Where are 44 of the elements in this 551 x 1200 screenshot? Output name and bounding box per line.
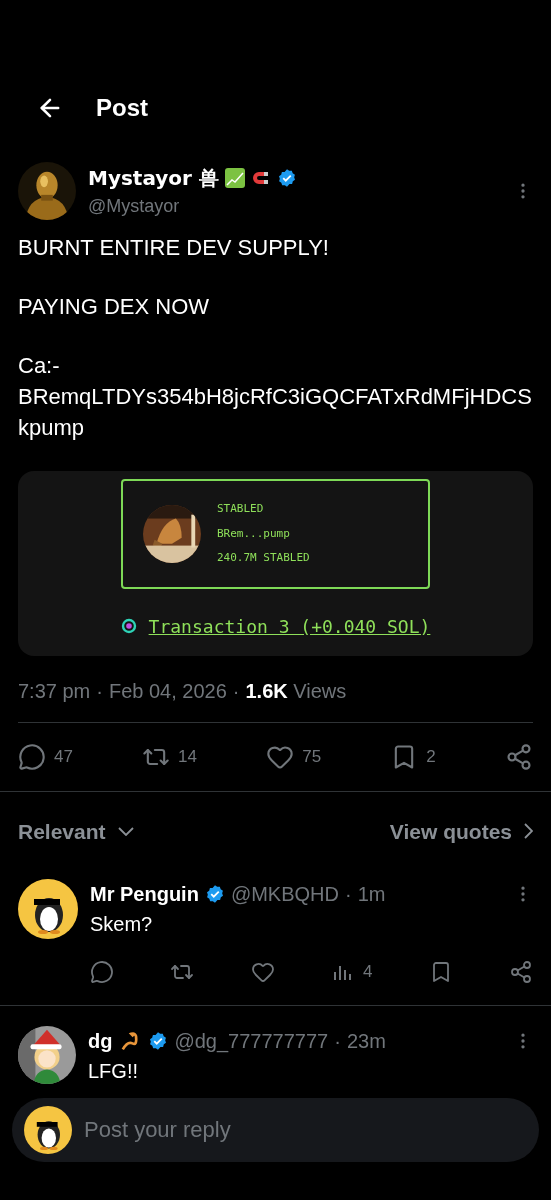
reply-time: 1m bbox=[357, 882, 386, 907]
post-time: 7:37 pm bbox=[18, 678, 91, 704]
reply-handle: @MKBQHD bbox=[230, 882, 339, 907]
token-address: BRem...pump bbox=[217, 525, 291, 542]
share-icon[interactable] bbox=[508, 959, 533, 984]
share-icon[interactable] bbox=[505, 742, 533, 771]
sort-dropdown[interactable]: Relevant bbox=[18, 815, 134, 847]
transaction-link[interactable]: Transaction 3 (+0.040 SOL) bbox=[148, 612, 431, 640]
token-amount: 240.7M STABLED bbox=[217, 550, 310, 566]
reply-input[interactable]: Post your reply bbox=[84, 1113, 527, 1146]
action-count: 75 bbox=[302, 745, 322, 768]
author-handle: @Mystayor bbox=[88, 194, 181, 218]
post-text: BURNT ENTIRE DEV SUPPLY! bbox=[18, 234, 330, 262]
reply-author-name: Mr Penguin bbox=[90, 882, 199, 907]
reply-handle: @dg_777777777 bbox=[174, 1028, 329, 1055]
chevron-down-icon bbox=[117, 826, 134, 836]
chart-emoji-icon bbox=[224, 167, 245, 188]
chevron-right-icon bbox=[524, 823, 533, 840]
page-title: Post bbox=[96, 93, 148, 123]
author-name: Mystayor 兽 bbox=[88, 164, 219, 192]
ring-icon bbox=[120, 618, 137, 634]
post-date: Feb 04, 2026 bbox=[108, 678, 227, 704]
action-count: 2 bbox=[426, 745, 436, 768]
reply-author-name: dg bbox=[88, 1028, 113, 1054]
reply-time: 23m bbox=[346, 1028, 386, 1054]
token-name: STABLED bbox=[217, 501, 265, 517]
reply-composer[interactable]: Post your reply bbox=[12, 1097, 539, 1162]
separator-dot: · bbox=[334, 1028, 341, 1054]
separator-dot: · bbox=[232, 678, 240, 704]
separator-dot: · bbox=[345, 882, 352, 907]
view-quotes-link[interactable]: View quotes bbox=[389, 815, 533, 847]
penguin-avatar-icon bbox=[24, 1105, 72, 1154]
reply-icon[interactable] bbox=[90, 959, 114, 984]
reply-text: Skem? bbox=[90, 912, 154, 937]
penguin-avatar-icon bbox=[18, 879, 78, 939]
view-count: 1.6K Views bbox=[245, 678, 347, 704]
post-text: Ca:- BRemqLTDYs354bH8jcRfC3iGQCFATxRdMFjHDCSkpump bbox=[18, 352, 533, 442]
reply-icon[interactable] bbox=[18, 742, 46, 771]
reply-text: LFG!! bbox=[88, 1058, 139, 1084]
separator-dot: · bbox=[96, 678, 103, 704]
post-text: PAYING DEX NOW bbox=[18, 293, 211, 321]
action-count: 47 bbox=[54, 745, 73, 768]
action-count: 4 bbox=[362, 961, 373, 983]
action-count: 14 bbox=[178, 745, 198, 768]
